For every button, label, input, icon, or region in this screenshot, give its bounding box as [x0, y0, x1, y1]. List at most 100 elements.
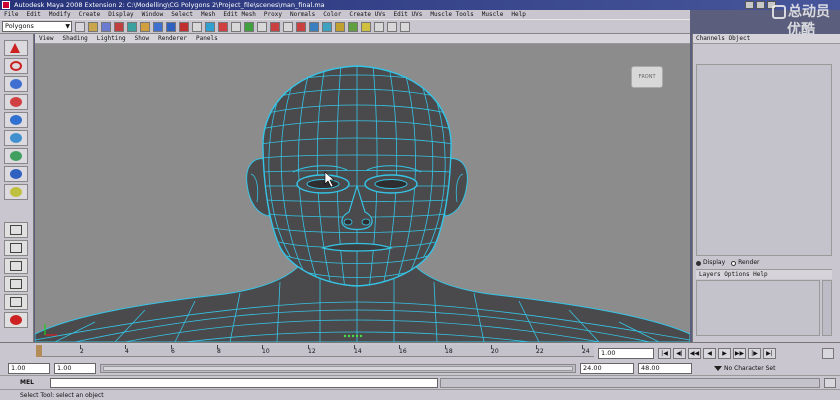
input-line-icon[interactable] — [374, 21, 384, 32]
panel-menu-show[interactable]: Show — [135, 34, 149, 43]
command-input[interactable] — [50, 378, 438, 388]
layer-list-area[interactable] — [696, 280, 820, 336]
layout-uv-editor[interactable] — [4, 312, 28, 328]
soft-mod-tool[interactable] — [4, 166, 28, 182]
menu-edit-mesh[interactable]: Edit Mesh — [223, 10, 256, 19]
menu-window[interactable]: Window — [142, 10, 164, 19]
layout-hypershade[interactable] — [4, 294, 28, 310]
layout-single-perspective[interactable] — [4, 222, 28, 238]
menu-muscle[interactable]: Muscle — [482, 10, 504, 19]
select-object-icon[interactable] — [127, 21, 137, 32]
start-time-field[interactable]: 1.00 — [8, 363, 50, 374]
open-scene-icon[interactable] — [88, 21, 98, 32]
end-time-field[interactable]: 48.00 — [638, 363, 692, 374]
menu-set-dropdown[interactable]: Polygons ▼ — [2, 21, 72, 32]
mask-render-icon[interactable] — [231, 21, 241, 32]
layout-four-view[interactable] — [4, 240, 28, 256]
select-tool[interactable] — [4, 40, 28, 56]
panel-menu-shading[interactable]: Shading — [62, 34, 87, 43]
playback-start-field[interactable]: 1.00 — [54, 363, 96, 374]
move-tool[interactable] — [4, 94, 28, 110]
key-icon[interactable] — [822, 348, 834, 359]
channel-list-area[interactable] — [696, 64, 832, 256]
menu-normals[interactable]: Normals — [290, 10, 315, 19]
panel-menu-renderer[interactable]: Renderer — [158, 34, 187, 43]
mask-deform-icon[interactable] — [205, 21, 215, 32]
menu-create[interactable]: Create — [79, 10, 101, 19]
panel-menu-view[interactable]: View — [39, 34, 53, 43]
step-forward-button[interactable]: |▶ — [748, 348, 761, 359]
snap-point-icon[interactable] — [283, 21, 293, 32]
range-slider-handle[interactable] — [103, 366, 573, 371]
view-cube-front[interactable]: FRONT — [631, 66, 663, 88]
select-component-icon[interactable] — [140, 21, 150, 32]
mask-handles-icon[interactable] — [153, 21, 163, 32]
render-view-icon[interactable] — [322, 21, 332, 32]
rotate-tool[interactable] — [4, 112, 28, 128]
layer-menu[interactable]: Layers Options Help — [696, 269, 832, 279]
current-time-marker[interactable] — [36, 345, 42, 357]
maximize-button[interactable] — [756, 1, 765, 9]
render-settings-icon[interactable] — [361, 21, 371, 32]
scale-tool[interactable] — [4, 130, 28, 146]
menu-proxy[interactable]: Proxy — [264, 10, 282, 19]
layout-persp-outliner[interactable] — [4, 258, 28, 274]
channel-box-menu[interactable]: Channels Object — [693, 34, 840, 44]
tab-display[interactable]: Display — [696, 258, 725, 268]
menu-select[interactable]: Select — [171, 10, 193, 19]
menu-edit-uvs[interactable]: Edit UVs — [393, 10, 422, 19]
mask-misc-icon[interactable] — [244, 21, 254, 32]
character-set-dropdown[interactable]: No Character Set — [714, 363, 814, 374]
save-scene-icon[interactable] — [101, 21, 111, 32]
layer-scrollbar[interactable] — [822, 280, 832, 336]
mask-curves-icon[interactable] — [179, 21, 189, 32]
menu-edit[interactable]: Edit — [26, 10, 40, 19]
play-forwards-button[interactable]: ▶ — [718, 348, 731, 359]
menu-modify[interactable]: Modify — [49, 10, 71, 19]
minimize-button[interactable] — [745, 1, 754, 9]
menu-create-uvs[interactable]: Create UVs — [349, 10, 385, 19]
manipulator-tool[interactable] — [4, 148, 28, 164]
watermark-logo-icon — [772, 5, 786, 19]
show-attribute-editor-icon[interactable] — [387, 21, 397, 32]
select-hierarchy-icon[interactable] — [114, 21, 124, 32]
step-back-button[interactable]: ◀| — [673, 348, 686, 359]
go-to-start-button[interactable]: |◀ — [658, 348, 671, 359]
last-tool[interactable] — [4, 184, 28, 200]
render-frame-icon[interactable] — [335, 21, 345, 32]
time-slider-track[interactable]: 2 4 6 8 10 12 14 16 18 20 22 24 — [36, 345, 594, 357]
snap-grid-icon[interactable] — [257, 21, 267, 32]
new-scene-icon[interactable] — [75, 21, 85, 32]
menu-file[interactable]: File — [4, 10, 18, 19]
panel-menu-panels[interactable]: Panels — [196, 34, 218, 43]
menu-help[interactable]: Help — [511, 10, 525, 19]
menu-color[interactable]: Color — [323, 10, 341, 19]
layout-graph-editor[interactable] — [4, 276, 28, 292]
snap-plane-icon[interactable] — [296, 21, 306, 32]
command-language-toggle[interactable]: MEL — [20, 378, 34, 388]
construction-history-icon[interactable] — [309, 21, 319, 32]
step-forward-key-button[interactable]: ▶▶ — [733, 348, 746, 359]
mask-dynamics-icon[interactable] — [218, 21, 228, 32]
panel-menu-lighting[interactable]: Lighting — [97, 34, 126, 43]
show-tool-settings-icon[interactable] — [400, 21, 410, 32]
front-viewport[interactable]: FRONT — [35, 44, 690, 342]
uv-pane-icon — [10, 315, 22, 325]
step-back-key-button[interactable]: ◀◀ — [688, 348, 701, 359]
menu-mesh[interactable]: Mesh — [201, 10, 215, 19]
snap-curve-icon[interactable] — [270, 21, 280, 32]
paint-select-tool[interactable] — [4, 76, 28, 92]
script-editor-button[interactable] — [824, 378, 836, 388]
range-slider-track[interactable] — [100, 364, 576, 373]
playback-end-field[interactable]: 24.00 — [580, 363, 634, 374]
mask-joints-icon[interactable] — [166, 21, 176, 32]
menu-display[interactable]: Display — [108, 10, 133, 19]
mask-surfaces-icon[interactable] — [192, 21, 202, 32]
current-frame-field[interactable]: 1.00 — [598, 348, 654, 359]
tab-render[interactable]: Render — [731, 258, 760, 268]
ipr-render-icon[interactable] — [348, 21, 358, 32]
lasso-tool[interactable] — [4, 58, 28, 74]
go-to-end-button[interactable]: ▶| — [763, 348, 776, 359]
menu-muscle-tools[interactable]: Muscle Tools — [430, 10, 473, 19]
play-backwards-button[interactable]: ◀ — [703, 348, 716, 359]
